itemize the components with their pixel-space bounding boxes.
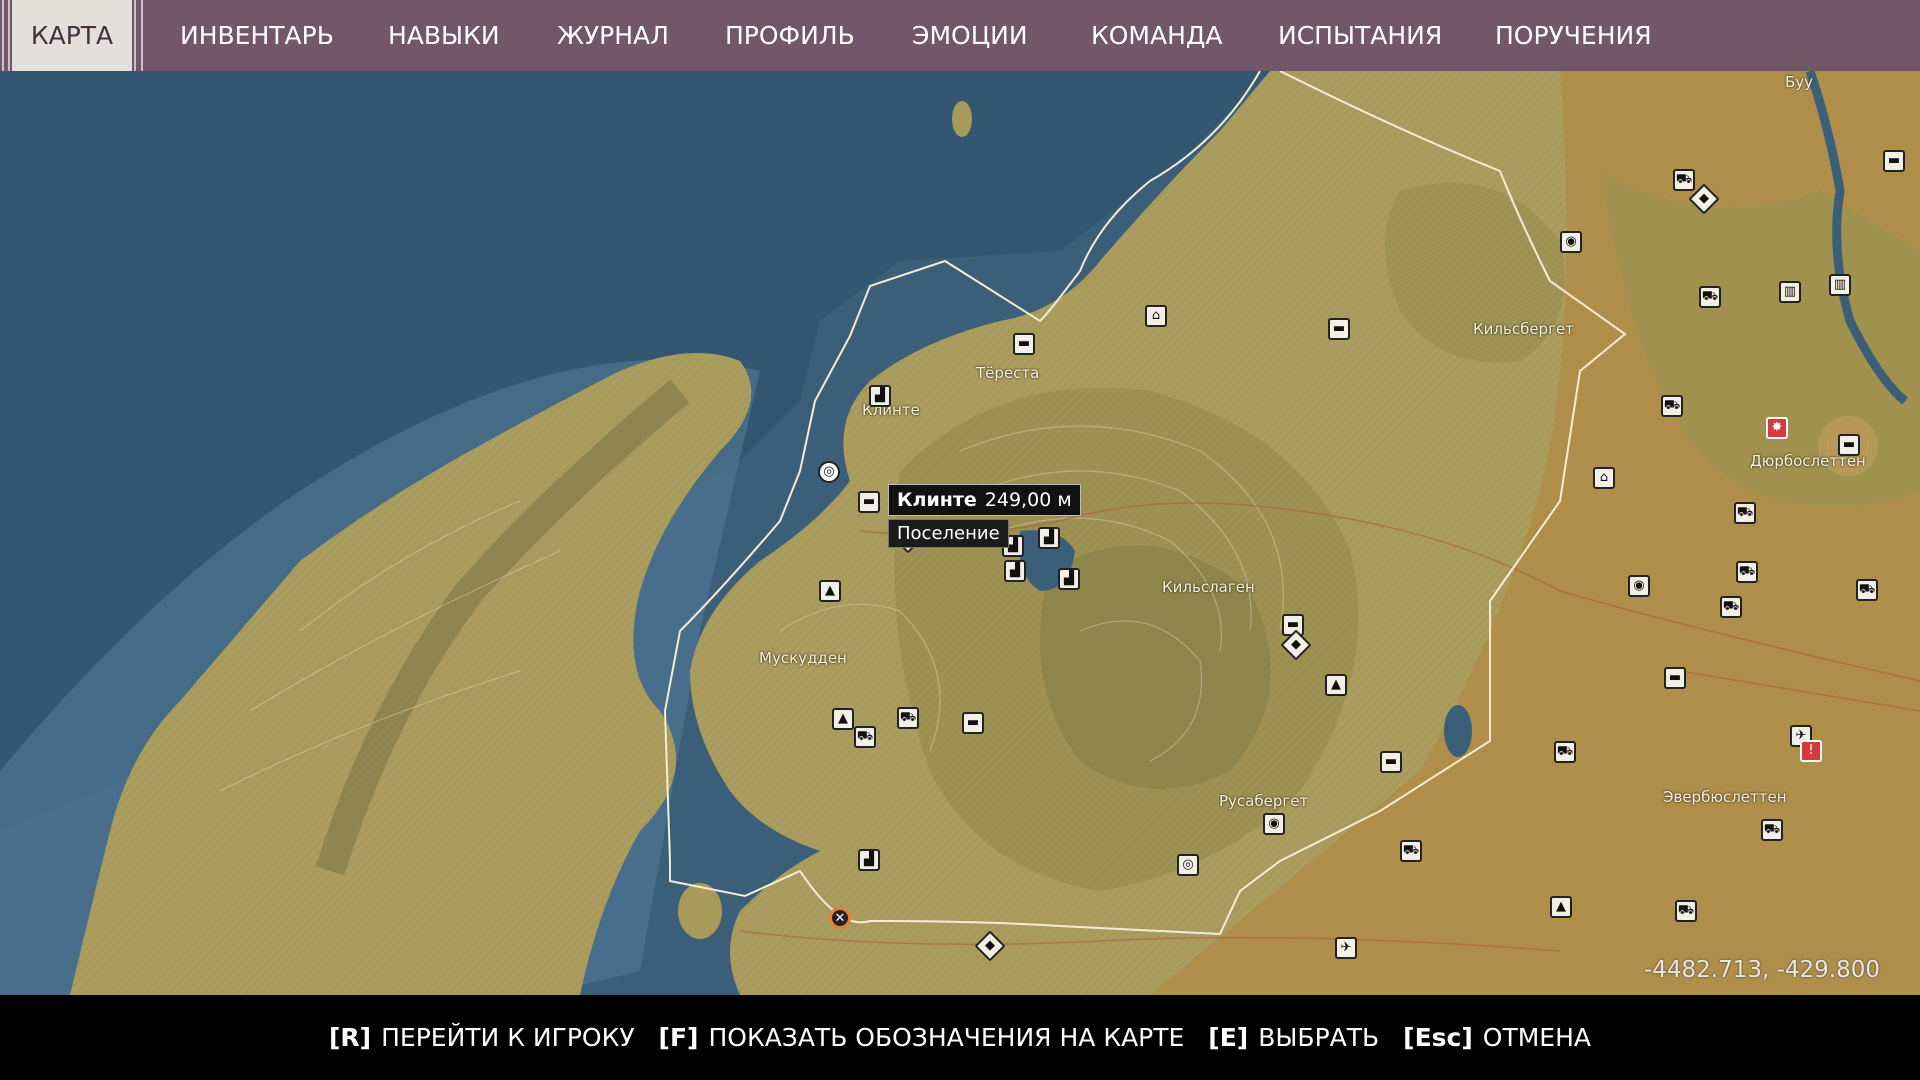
place-label: Буу (1785, 73, 1814, 91)
place-label: Тёреста (976, 364, 1040, 382)
tab-missions[interactable]: ПОРУЧЕНИЯ (1495, 0, 1652, 71)
hint-label: ОТМЕНА (1482, 1023, 1591, 1052)
tab-challenges[interactable]: ИСПЫТАНИЯ (1278, 0, 1442, 71)
nav-divider (134, 0, 136, 71)
tab-map[interactable]: КАРТА (12, 0, 132, 71)
vehicle-icon[interactable]: ⛟ (1400, 840, 1422, 862)
nav-divider (2, 0, 4, 71)
vehicle-icon[interactable]: ⛟ (1720, 596, 1742, 618)
hint-label: ВЫБРАТЬ (1258, 1023, 1380, 1052)
vehicle-icon[interactable]: ⛟ (1554, 741, 1576, 763)
camp-icon[interactable]: ▲ (832, 708, 854, 730)
vehicle-icon[interactable]: ⛟ (1699, 286, 1721, 308)
player-marker-icon[interactable]: ◎ (818, 461, 840, 483)
marker-icon[interactable]: ▬ (1013, 333, 1035, 355)
vehicle-icon[interactable]: ⛟ (1761, 819, 1783, 841)
settlement-icon[interactable]: ▟ (858, 849, 880, 871)
tab-inventory[interactable]: ИНВЕНТАРЬ (180, 0, 334, 71)
world-map[interactable]: Кильсбергет Тёреста Клинте Кильслаген Му… (0, 71, 1920, 995)
tab-profile[interactable]: ПРОФИЛЬ (725, 0, 855, 71)
marker-icon[interactable]: ▬ (962, 712, 984, 734)
hint-select[interactable]: [E] ВЫБРАТЬ (1208, 995, 1379, 1080)
plane-icon[interactable]: ✈ (1335, 937, 1357, 959)
top-nav-bar: КАРТА ИНВЕНТАРЬ НАВЫКИ ЖУРНАЛ ПРОФИЛЬ ЭМ… (0, 0, 1920, 71)
settlement-icon[interactable]: ▟ (1058, 568, 1080, 590)
spiral-icon[interactable]: ◎ (1177, 854, 1199, 876)
tooltip-header: Клинте 249,00 м (888, 484, 1081, 516)
settlement-icon[interactable]: ▟ (869, 385, 891, 407)
vehicle-icon[interactable]: ⛟ (1661, 395, 1683, 417)
tooltip-location-type: Поселение (888, 519, 1009, 548)
hint-go-to-player[interactable]: [R] ПЕРЕЙТИ К ИГРОКУ (329, 995, 635, 1080)
vehicle-icon[interactable]: ⛟ (1673, 169, 1695, 191)
marker-icon[interactable]: ▬ (858, 491, 880, 513)
hint-key: [E] (1208, 1023, 1249, 1052)
house-icon[interactable]: ⌂ (1593, 467, 1615, 489)
nav-divider (141, 0, 143, 71)
place-label: Русабергет (1219, 792, 1309, 810)
place-label: Эвербюслеттен (1663, 788, 1787, 806)
location-tooltip: Клинте 249,00 м Поселение (888, 484, 1081, 548)
camera-icon[interactable]: ◉ (1628, 575, 1650, 597)
tab-team[interactable]: КОМАНДА (1091, 0, 1223, 71)
camp-icon[interactable]: ▲ (1550, 896, 1572, 918)
vehicle-icon[interactable]: ⛟ (1675, 900, 1697, 922)
hint-key: [R] (329, 1023, 372, 1052)
hint-key: [F] (658, 1023, 699, 1052)
marker-icon[interactable]: ▬ (1838, 434, 1860, 456)
vehicle-icon[interactable]: ⛟ (854, 726, 876, 748)
warehouse-icon[interactable]: ▥ (1829, 274, 1851, 296)
house-icon[interactable]: ⌂ (1145, 305, 1167, 327)
place-label: Кильслаген (1162, 578, 1255, 596)
hint-key: [Esc] (1403, 1023, 1473, 1052)
marker-icon[interactable]: ▬ (1664, 667, 1686, 689)
nav-divider (8, 0, 10, 71)
vehicle-icon[interactable]: ⛟ (897, 707, 919, 729)
enemy-marker-icon[interactable]: ✕ (829, 907, 851, 929)
hint-cancel[interactable]: [Esc] ОТМЕНА (1403, 995, 1591, 1080)
tab-emotions[interactable]: ЭМОЦИИ (912, 0, 1028, 71)
objective-marker-icon[interactable]: ! (1800, 740, 1822, 762)
objective-marker-icon[interactable]: ✸ (1766, 417, 1788, 439)
vehicle-icon[interactable]: ⛟ (1736, 561, 1758, 583)
marker-icon[interactable]: ▬ (1380, 751, 1402, 773)
marker-icon[interactable]: ▬ (1883, 150, 1905, 172)
vehicle-icon[interactable]: ⛟ (1734, 502, 1756, 524)
camera-icon[interactable]: ◉ (1560, 231, 1582, 253)
tab-skills[interactable]: НАВЫКИ (388, 0, 500, 71)
hint-label: ПЕРЕЙТИ К ИГРОКУ (381, 1023, 635, 1052)
marker-icon[interactable]: ▬ (1328, 318, 1350, 340)
tooltip-distance: 249,00 м (984, 489, 1072, 511)
place-label: Мускудден (759, 649, 847, 667)
cursor-coordinates: -4482.713, -429.800 (1643, 957, 1880, 983)
warehouse-icon[interactable]: ▥ (1779, 281, 1801, 303)
place-label: Кильсбергет (1473, 320, 1574, 338)
camera-icon[interactable]: ◉ (1263, 813, 1285, 835)
vehicle-icon[interactable]: ⛟ (1856, 579, 1878, 601)
camp-icon[interactable]: ▲ (1325, 674, 1347, 696)
hint-show-map-legend[interactable]: [F] ПОКАЗАТЬ ОБОЗНАЧЕНИЯ НА КАРТЕ (659, 995, 1185, 1080)
tab-journal[interactable]: ЖУРНАЛ (557, 0, 669, 71)
tooltip-location-name: Клинте (897, 489, 977, 511)
hint-label: ПОКАЗАТЬ ОБОЗНАЧЕНИЯ НА КАРТЕ (708, 1023, 1185, 1052)
camp-icon[interactable]: ▲ (819, 580, 841, 602)
hint-bar: [R] ПЕРЕЙТИ К ИГРОКУ [F] ПОКАЗАТЬ ОБОЗНАЧЕ… (0, 995, 1920, 1080)
settlement-icon[interactable]: ▟ (1004, 560, 1026, 582)
